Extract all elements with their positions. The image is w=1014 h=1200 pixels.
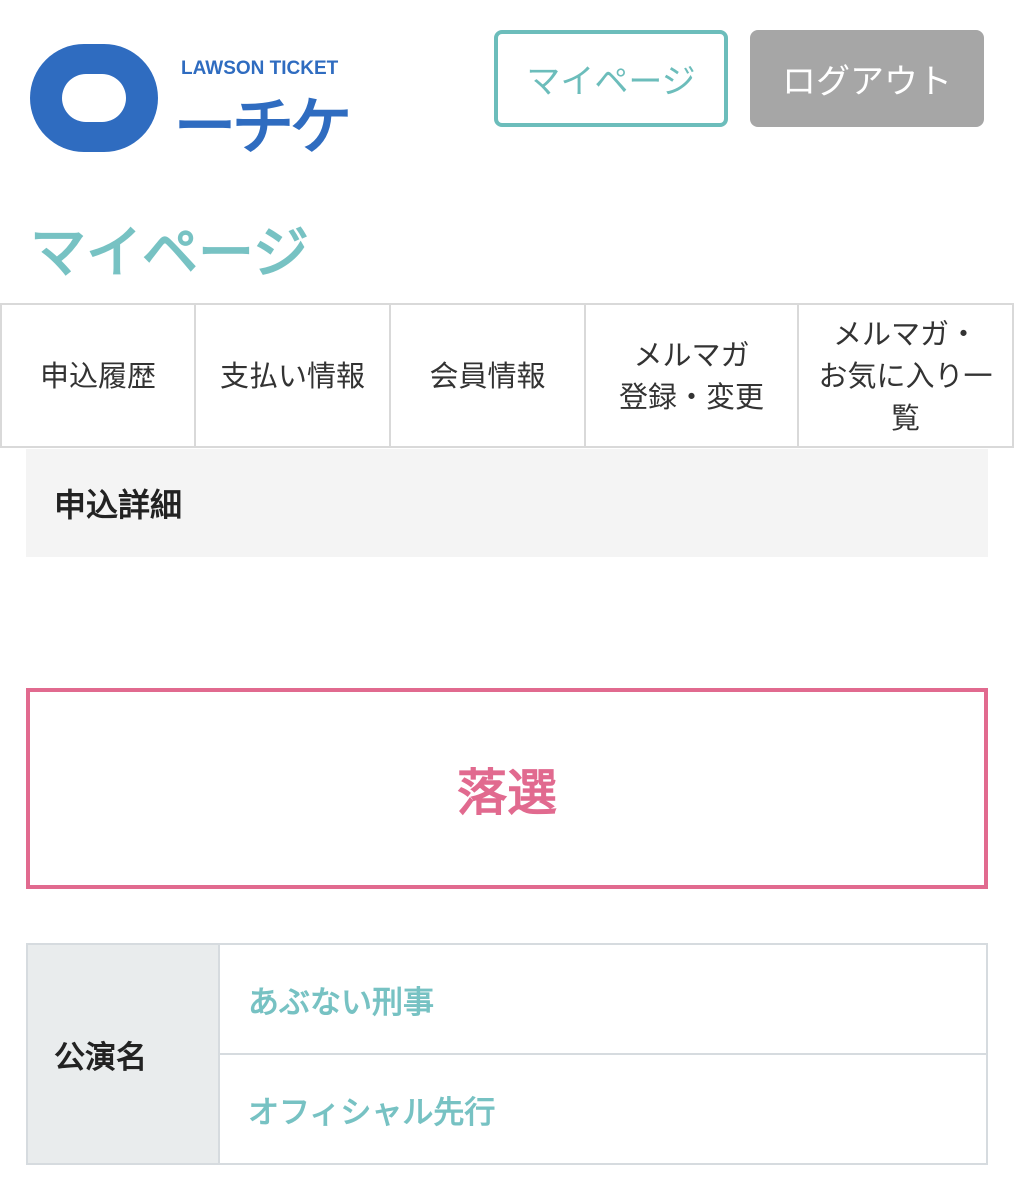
header: LAWSON TICKET ーチケ マイページ ログアウト [0, 0, 1014, 190]
lottery-result-status: 落選 [457, 763, 557, 822]
tab-application-history[interactable]: 申込履歴 [2, 305, 196, 446]
logo-o-mark [30, 44, 158, 152]
performance-title: あぶない刑事 [248, 984, 434, 1021]
logo-wordmark: ーチケ [174, 90, 352, 163]
logout-button[interactable]: ログアウト [750, 30, 984, 127]
lawson-ticket-logo[interactable]: LAWSON TICKET ーチケ [24, 30, 354, 163]
tab-payment-info[interactable]: 支払い情報 [196, 305, 391, 446]
performance-info-table: 公演名 あぶない刑事 オフィシャル先行 [26, 943, 988, 1165]
performance-name-label: 公演名 [28, 945, 220, 1163]
lottery-result-box: 落選 [26, 688, 988, 889]
sale-type: オフィシャル先行 [220, 1053, 986, 1163]
performance-name-values: あぶない刑事 オフィシャル先行 [220, 945, 986, 1163]
mypage-tabs: 申込履歴 支払い情報 会員情報 メルマガ 登録・変更 メルマガ・ お気に入り一 … [0, 303, 1014, 448]
page-title: マイページ [30, 221, 309, 286]
tab-member-info[interactable]: 会員情報 [391, 305, 586, 446]
tab-favorites-list[interactable]: メルマガ・ お気に入り一 覧 [799, 305, 1014, 446]
tab-newsletter-settings[interactable]: メルマガ 登録・変更 [586, 305, 799, 446]
section-heading: 申込詳細 [26, 449, 988, 557]
mypage-button[interactable]: マイページ [494, 30, 728, 127]
